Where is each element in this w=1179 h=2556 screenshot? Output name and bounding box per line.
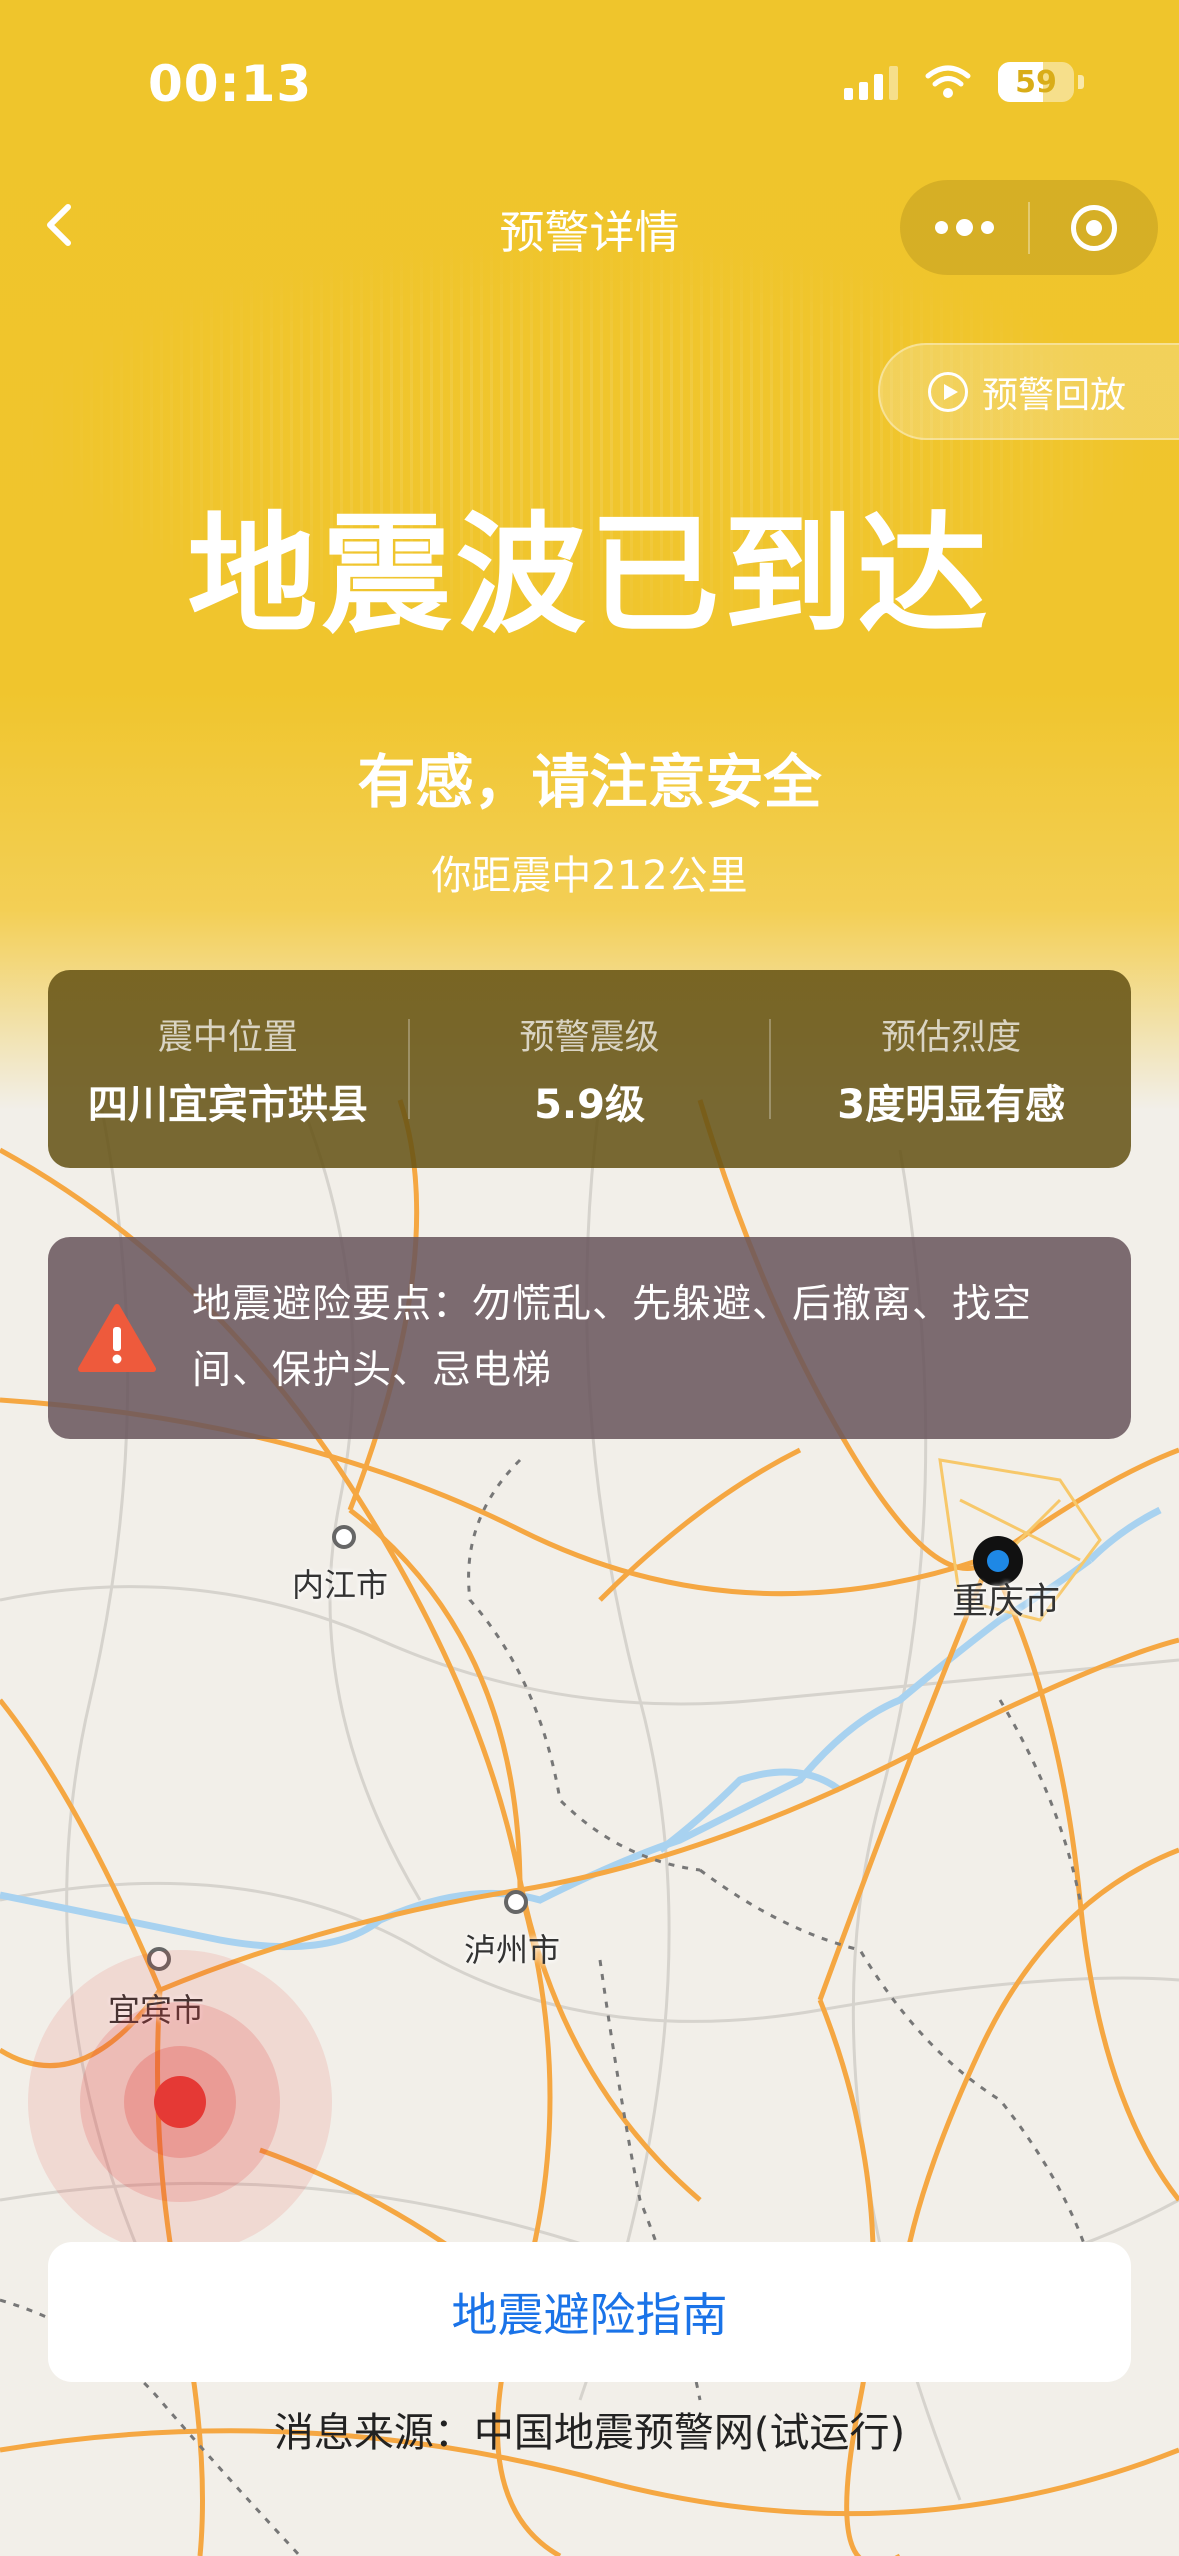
epicenter-value: 四川宜宾市珙县	[87, 1081, 368, 1128]
epicenter-marker	[28, 1950, 332, 2254]
play-icon	[928, 371, 968, 412]
city-label-chongqing: 重庆市	[952, 1581, 1061, 1622]
safety-tip-card: 地震避险要点：勿慌乱、先躲避、后撤离、找空间、保护头、忌电梯	[48, 1237, 1131, 1439]
mini-program-capsule	[900, 180, 1158, 275]
earthquake-guide-button[interactable]: 地震避险指南	[48, 2242, 1131, 2382]
battery-tip	[1078, 75, 1084, 89]
magnitude-info: 预警震级 5.9级	[410, 1009, 770, 1130]
magnitude-label: 预警震级	[519, 1017, 660, 1058]
city-label-neijiang: 内江市	[292, 1566, 389, 1604]
more-icon	[934, 219, 994, 236]
status-time: 00:13	[148, 55, 313, 113]
warning-replay-button[interactable]: 预警回放	[878, 343, 1179, 440]
battery-icon: 59	[998, 62, 1074, 102]
epicenter-info: 震中位置 四川宜宾市珙县	[48, 1009, 408, 1130]
cellular-signal-icon	[844, 64, 898, 100]
target-icon	[1071, 204, 1117, 251]
source-text: 消息来源：中国地震预警网(试运行)	[273, 2410, 906, 2456]
magnitude-value: 5.9级	[534, 1081, 645, 1128]
neijiang-marker	[332, 1525, 356, 1549]
more-button[interactable]	[900, 180, 1028, 275]
city-label-luzhou: 泸州市	[464, 1931, 561, 1969]
quake-info-card: 震中位置 四川宜宾市珙县 预警震级 5.9级 预估烈度 3度明显有感	[48, 970, 1131, 1168]
warning-icon	[78, 1304, 156, 1372]
alert-subtitle: 有感，请注意安全	[357, 748, 822, 816]
luzhou-marker	[504, 1890, 528, 1914]
safety-tip-text: 地震避险要点：勿慌乱、先躲避、后撤离、找空间、保护头、忌电梯	[192, 1282, 1033, 1393]
close-mini-program-button[interactable]	[1030, 180, 1158, 275]
battery-percent: 59	[1015, 64, 1057, 100]
status-icons: 59	[844, 62, 1084, 102]
alert-headline: 地震波已到达	[187, 499, 992, 651]
intensity-info: 预估烈度 3度明显有感	[771, 1009, 1131, 1130]
intensity-label: 预估烈度	[881, 1017, 1022, 1058]
epicenter-label: 震中位置	[157, 1017, 298, 1058]
wifi-icon	[925, 65, 971, 98]
distance-text: 你距震中212公里	[431, 853, 748, 899]
replay-label: 预警回放	[982, 374, 1127, 416]
intensity-value: 3度明显有感	[837, 1081, 1066, 1128]
